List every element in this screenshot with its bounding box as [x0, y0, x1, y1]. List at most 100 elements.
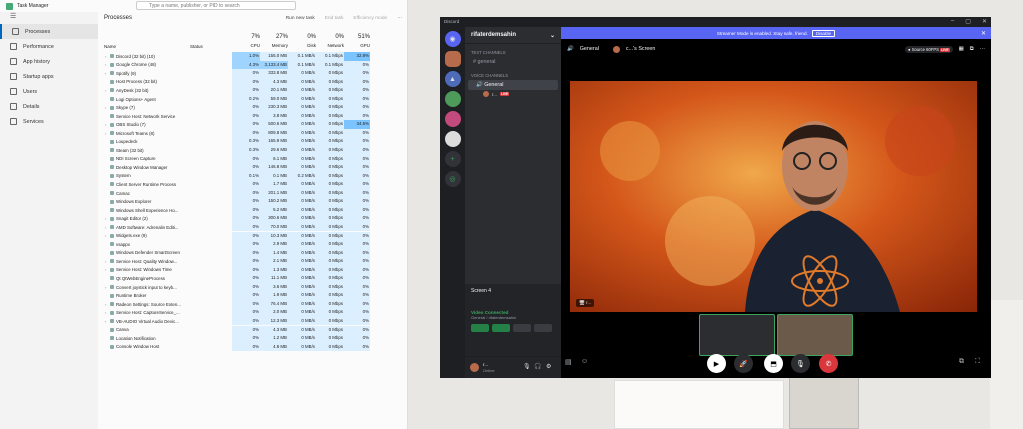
more-icon[interactable]: ··· — [397, 16, 402, 21]
expand-icon[interactable]: › — [105, 122, 106, 127]
expand-icon[interactable]: › — [105, 88, 106, 93]
expand-icon[interactable]: › — [105, 267, 106, 272]
table-row[interactable]: Service Host: Network Service 0% 3.8 MB 0 M… — [98, 111, 408, 121]
voice-user[interactable]: r... LIVE — [465, 90, 561, 98]
share-screen-button[interactable]: ⬒ — [764, 354, 783, 373]
table-row[interactable]: vsappx 0% 2.9 MB 0 MB/s 0 Mbps 0% — [98, 240, 408, 249]
table-row[interactable]: Logi Options+ Agent 0.2% 59.0 MB 0 MB/s 0 Mb… — [98, 94, 408, 104]
table-row[interactable]: Windows Defender SmartScreen 0% 1.4 MB 0 MB… — [98, 248, 408, 258]
table-row[interactable]: Steam (32 bit) 0.3% 29.6 MB 0 MB/s 0 Mbps 0% — [98, 146, 408, 155]
efficiency-mode-button[interactable]: Efficiency mode — [353, 16, 387, 21]
table-row[interactable]: › Service Host: CaptureService_... 0% 2.0 M… — [98, 308, 408, 317]
table-row[interactable]: Client Server Runtime Process 0% 1.7 MB 0 M… — [98, 180, 408, 189]
expand-icon[interactable]: › — [105, 233, 106, 238]
gear-icon[interactable]: ⚙ — [546, 363, 551, 370]
col-mem[interactable]: Memory — [260, 43, 288, 48]
table-row[interactable]: Canva 0% 4.3 MB 0 MB/s 0 Mbps 0% — [98, 325, 408, 335]
table-row[interactable]: › Discord (32 bit) (10) 1.0% 155.0 MB 0.1 MB… — [98, 52, 408, 61]
table-row[interactable]: › AMD Software: Adrenalin Editi... 0% 70.0 … — [98, 222, 408, 232]
table-row[interactable]: › Spotify (9) 0% 333.8 MB 0 MB/s 0 Mbps 0% — [98, 69, 408, 78]
expand-icon[interactable]: › — [105, 259, 106, 264]
grid-icon[interactable]: ▦ — [959, 46, 964, 52]
table-row[interactable]: System 0.1% 0.1 MB 0.2 MB/s 0 Mbps 0% — [98, 171, 408, 181]
popout-icon[interactable]: ⧉ — [970, 46, 974, 53]
nav-processes[interactable]: Processes — [0, 24, 98, 39]
expand-icon[interactable]: › — [105, 302, 106, 307]
table-row[interactable]: Host Process (32 bit) 0% 4.3 MB 0 MB/s 0 Mbp… — [98, 77, 408, 87]
activity-rocket-button[interactable]: 🚀 — [734, 354, 753, 373]
camera-button[interactable] — [471, 324, 489, 332]
table-row[interactable]: › Service Host: Quality Window... 0% 2.1 MB… — [98, 257, 408, 266]
col-gpu[interactable]: GPU — [344, 43, 370, 48]
disable-button[interactable]: Disable — [811, 29, 836, 37]
hamburger-icon[interactable]: ☰ — [0, 12, 98, 24]
channel-general-text[interactable]: # general — [465, 57, 561, 67]
expand-icon[interactable]: › — [105, 62, 106, 67]
expand-icon[interactable]: › — [105, 105, 106, 110]
table-row[interactable]: › Widgets.exe (9) 0% 10.3 MB 0 MB/s 0 Mbps 0% — [98, 231, 408, 240]
nav-app-history[interactable]: App history — [0, 54, 98, 69]
server-icon[interactable] — [444, 91, 461, 107]
expand-icon[interactable]: › — [105, 225, 106, 230]
soundboard-button[interactable] — [534, 324, 552, 332]
server-icon[interactable] — [444, 51, 461, 67]
expand-icon[interactable]: › — [105, 310, 106, 315]
expand-icon[interactable]: › — [105, 319, 106, 324]
nav-startup-apps[interactable]: Startup apps — [0, 69, 98, 84]
table-row[interactable]: › Convert joystick input to keyb... 0% 3.6 … — [98, 282, 408, 292]
close-icon[interactable]: ✕ — [981, 30, 986, 37]
expand-icon[interactable]: › — [105, 54, 106, 59]
expand-icon[interactable]: › — [105, 216, 106, 221]
col-status[interactable]: Status — [190, 44, 203, 49]
table-row[interactable]: Qt QtWebEngineProcess 0% 11.1 MB 0 MB/s 0 Mb… — [98, 274, 408, 283]
server-icon[interactable] — [444, 131, 461, 147]
table-row[interactable]: Runtime Broker 0% 1.9 MB 0 MB/s 0 Mbps 0% — [98, 291, 408, 300]
camera-button[interactable]: ▶ — [707, 354, 726, 373]
table-row[interactable]: › Google Chrome (48) 4.3% 3,133.4 MB 0.1 MB/… — [98, 60, 408, 70]
table-row[interactable]: Windows Shell Experience Ho... 0% 5.2 MB 0 … — [98, 205, 408, 215]
table-row[interactable]: › Skype (7) 0% 230.3 MB 0 MB/s 0 Mbps 0% — [98, 103, 408, 112]
col-cpu[interactable]: CPU — [232, 43, 260, 48]
share-screen-button[interactable] — [492, 324, 510, 332]
table-row[interactable]: Desktop Window Manager 0% 146.8 MB 0 MB/s 0 … — [98, 163, 408, 172]
activity-icon[interactable]: ▤ — [565, 358, 572, 366]
server-icon[interactable]: ▲ — [444, 71, 461, 87]
category-voice[interactable]: VOICE CHANNELS — [465, 67, 561, 80]
table-row[interactable]: Camac 0% 201.1 MB 0 MB/s 0 Mbps 0% — [98, 188, 408, 198]
table-row[interactable]: Loupedeck 0.3% 165.9 MB 0 MB/s 0 Mbps 0% — [98, 137, 408, 146]
emoji-icon[interactable]: ☺ — [581, 358, 588, 365]
add-server-icon[interactable]: + — [444, 151, 461, 167]
nav-services[interactable]: Services — [0, 114, 98, 129]
table-row[interactable]: NDI Screen Capture 0% 6.1 MB 0 MB/s 0 Mbps 0% — [98, 154, 408, 164]
channel-general-voice[interactable]: 🔊 General — [468, 80, 558, 90]
explore-icon[interactable]: ◎ — [444, 171, 461, 187]
activity-button[interactable] — [513, 324, 531, 332]
avatar[interactable] — [470, 363, 479, 372]
table-row[interactable]: Windows Explorer 0% 150.2 MB 0 MB/s 0 Mbps 0% — [98, 197, 408, 206]
more-icon[interactable]: ··· — [980, 46, 985, 52]
table-row[interactable]: › AnyDesk (32 bit) 0% 20.1 MB 0 MB/s 0 Mbps 0% — [98, 86, 408, 95]
table-row[interactable]: › Radeon Settings: Source Exten... 0% 76.4 … — [98, 299, 408, 309]
search-input[interactable]: Type a name, publisher, or PID to search — [136, 1, 296, 10]
discord-home-icon[interactable]: ◉ — [444, 31, 461, 47]
popout-icon[interactable]: ⧉ — [959, 358, 964, 366]
nav-performance[interactable]: Performance — [0, 39, 98, 54]
tile-screen[interactable] — [699, 314, 775, 356]
server-name[interactable]: rifaterdemsahin ⌄ — [465, 27, 561, 44]
table-row[interactable]: › Service Host: Windows Time 0% 1.3 MB 0 MB/… — [98, 265, 408, 275]
maximize-icon[interactable]: ▢ — [965, 18, 971, 25]
server-icon[interactable] — [444, 111, 461, 127]
minimize-icon[interactable]: – — [951, 18, 954, 25]
close-icon[interactable]: ✕ — [982, 18, 987, 25]
mic-button[interactable]: 🎙 — [791, 354, 810, 373]
table-row[interactable]: › VB-AUDIO Virtual Audio Devic... 0% 12.3 M… — [98, 316, 408, 326]
col-net[interactable]: Network — [316, 43, 344, 48]
category-text[interactable]: TEXT CHANNELS — [465, 44, 561, 57]
mic-icon[interactable]: 🎙 — [523, 363, 531, 370]
table-row[interactable]: Console Window Host 0% 4.8 MB 0 MB/s 0 Mbps 0… — [98, 342, 408, 352]
screen-share-video[interactable]: 🖥 r... — [570, 81, 977, 312]
disconnect-button[interactable]: ✆ — [819, 354, 838, 373]
table-row[interactable]: › Snagit Editor (2) 0% 300.6 MB 0 MB/s 0 Mbps… — [98, 214, 408, 223]
nav-details[interactable]: Details — [0, 99, 98, 114]
expand-icon[interactable]: › — [105, 285, 106, 290]
